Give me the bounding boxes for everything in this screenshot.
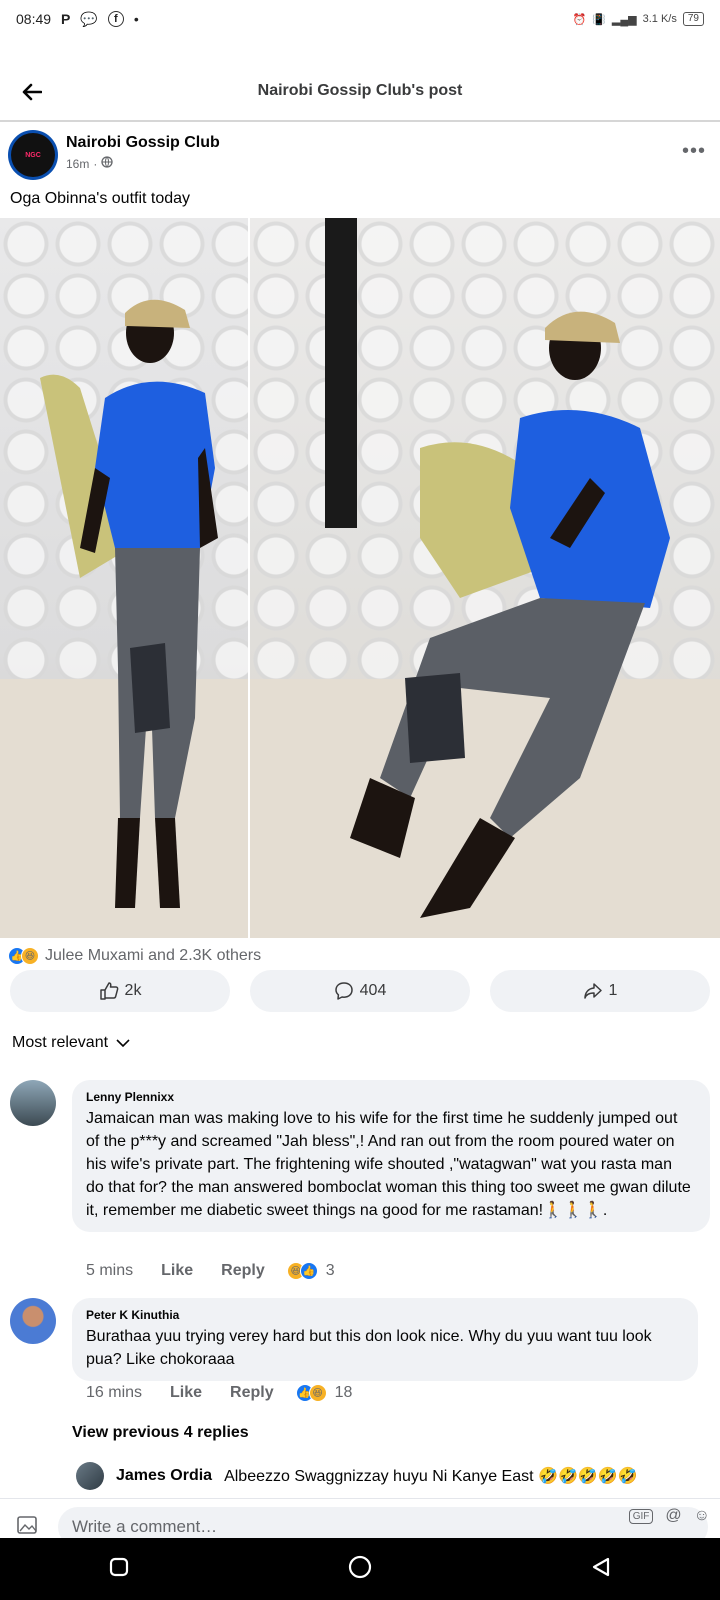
comment-like-button[interactable]: Like <box>170 1384 202 1402</box>
comment-actions: 5 mins Like Reply 😆 👍 3 <box>86 1262 335 1280</box>
comment-count: 404 <box>359 982 387 999</box>
system-nav-bar <box>0 1538 720 1600</box>
vibrate-icon: 📳 <box>592 13 606 26</box>
commenter-avatar[interactable] <box>10 1080 56 1126</box>
comment-reply-button[interactable]: Reply <box>230 1384 274 1402</box>
back-arrow-icon[interactable] <box>16 76 48 108</box>
reply-text: Albeezzo Swaggnizzay huyu Ni Kanye East … <box>224 1468 638 1485</box>
dot-icon: • <box>133 11 139 27</box>
post-meta: 16m · <box>66 156 113 171</box>
share-count: 1 <box>608 982 618 999</box>
comment-button[interactable]: 404 <box>250 970 470 1012</box>
signal-icon: ▂▄▆ <box>611 13 637 26</box>
comment-author[interactable]: Lenny Plennixx <box>86 1090 694 1104</box>
view-previous-replies[interactable]: View previous 4 replies <box>72 1424 249 1442</box>
parking-icon: P <box>61 11 71 27</box>
comment-sort-dropdown[interactable]: Most relevant <box>12 1034 130 1052</box>
commenter-avatar[interactable] <box>10 1298 56 1344</box>
post-photo-sitting[interactable] <box>250 218 720 938</box>
reactions-summary[interactable]: 👍 😆 Julee Muxami and 2.3K others <box>8 944 261 968</box>
emoji-icon[interactable]: ☺ <box>694 1507 710 1525</box>
header-title: Nairobi Gossip Club's post <box>257 82 463 99</box>
comment-bubble: Lenny Plennixx Jamaican man was making l… <box>72 1080 710 1232</box>
comment-actions: 16 mins Like Reply 👍 😆 18 <box>86 1384 352 1402</box>
post-actions: 2k 404 1 <box>10 970 710 1012</box>
page-avatar[interactable]: NGC <box>8 130 58 180</box>
composer-actions: GIF @ ☺ <box>628 1507 710 1525</box>
like-reaction-icon: 👍 <box>299 1262 318 1280</box>
comment-time: 16 mins <box>86 1384 143 1401</box>
gif-button[interactable]: GIF <box>628 1508 654 1524</box>
comment-text: Jamaican man was making love to his wife… <box>86 1110 691 1219</box>
comment-reaction-count: 18 <box>334 1384 353 1401</box>
like-button[interactable]: 2k <box>10 970 230 1012</box>
share-button[interactable]: 1 <box>490 970 710 1012</box>
post-caption: Oga Obinna's outfit today <box>10 190 191 207</box>
comment-composer: Write a comment… GIF @ ☺ <box>0 1498 720 1547</box>
thumbs-up-icon <box>99 982 118 1000</box>
comment-reply-button[interactable]: Reply <box>221 1262 265 1280</box>
page-logo-icon: NGC <box>11 133 55 177</box>
recent-apps-icon[interactable] <box>108 1556 130 1583</box>
comment-like-button[interactable]: Like <box>161 1262 193 1280</box>
reply-avatar[interactable] <box>76 1462 104 1490</box>
share-icon <box>583 983 602 999</box>
comment-time: 5 mins <box>86 1262 134 1279</box>
alarm-icon: ⏰ <box>572 13 587 26</box>
comment-author[interactable]: Peter K Kinuthia <box>86 1308 682 1322</box>
comment-text: Burathaa yuu trying verey hard but this … <box>86 1328 652 1368</box>
app-header: Nairobi Gossip Club's post <box>0 62 720 122</box>
more-options-icon[interactable]: ••• <box>682 140 706 163</box>
reply-preview[interactable]: James Ordia Albeezzo Swaggnizzay huyu Ni… <box>76 1462 638 1490</box>
comment-reactions[interactable]: 👍 😆 18 <box>295 1384 353 1402</box>
comment-icon <box>334 982 353 1000</box>
sort-label: Most relevant <box>12 1034 109 1051</box>
reactions-text: Julee Muxami and 2.3K others <box>45 947 262 964</box>
globe-icon <box>101 156 113 171</box>
haha-reaction-icon: 😆 <box>21 947 39 965</box>
network-speed: 3.1 K/s <box>642 13 677 25</box>
home-icon[interactable] <box>347 1554 373 1585</box>
post-photo-standing[interactable] <box>0 218 248 938</box>
mention-icon[interactable]: @ <box>665 1507 681 1525</box>
chevron-down-icon <box>116 1039 130 1048</box>
page-name[interactable]: Nairobi Gossip Club <box>66 134 220 152</box>
comment-reaction-count: 3 <box>325 1262 335 1279</box>
battery-indicator: 79 <box>682 12 704 26</box>
separator-dot: · <box>93 156 98 171</box>
facebook-icon: f <box>107 11 124 27</box>
like-count: 2k <box>124 982 142 999</box>
post-time[interactable]: 16m <box>66 157 89 171</box>
comment-bubble: Peter K Kinuthia Burathaa yuu trying ver… <box>72 1298 698 1381</box>
comment-reactions[interactable]: 😆 👍 3 <box>286 1262 335 1280</box>
status-time: 08:49 <box>16 11 52 27</box>
status-bar: 08:49 P 💬 f • ⏰ 📳 ▂▄▆ 3.1 K/s 79 <box>0 0 720 38</box>
reaction-icons: 👍 😆 <box>8 947 39 965</box>
reply-author[interactable]: James Ordia <box>116 1467 212 1485</box>
messages-icon: 💬 <box>80 10 98 27</box>
photo-attach-icon[interactable] <box>16 1513 42 1535</box>
back-icon[interactable] <box>590 1556 612 1583</box>
haha-reaction-icon: 😆 <box>308 1384 327 1402</box>
photo-grid <box>0 218 720 938</box>
post-header: NGC Nairobi Gossip Club 16m · ••• <box>0 126 720 188</box>
